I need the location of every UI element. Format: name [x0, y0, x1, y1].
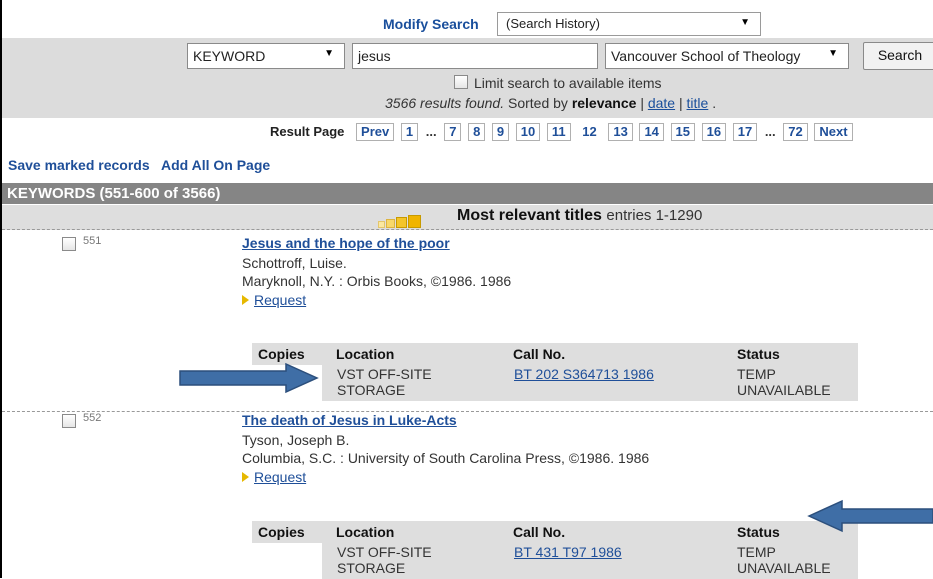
status-header: Status	[737, 524, 780, 540]
record-title-link[interactable]: The death of Jesus in Luke-Acts	[242, 412, 457, 428]
request-row: Request	[242, 469, 306, 485]
library-select[interactable]: Vancouver School of Theology ▼	[605, 43, 849, 69]
save-marked-records-link[interactable]: Save marked records	[8, 157, 150, 173]
status-header: Status	[737, 346, 780, 362]
sort-end: .	[712, 95, 717, 111]
call-number-link[interactable]: BT 202 S364713 1986	[514, 366, 654, 382]
pager-next[interactable]: Next	[814, 123, 853, 141]
chevron-down-icon: ▼	[828, 48, 838, 59]
status-value: TEMP UNAVAILABLE	[737, 544, 831, 576]
keywords-range: KEYWORDS (551-600 of 3566)	[7, 185, 221, 202]
keywords-header-bar: KEYWORDS (551-600 of 3566)	[2, 183, 933, 204]
pager-page-14[interactable]: 14	[639, 123, 664, 141]
limit-available-label: Limit search to available items	[474, 75, 662, 91]
sort-date-link[interactable]: date	[648, 95, 675, 111]
result-page-label: Result Page	[270, 124, 345, 139]
annotation-arrow-right-icon	[179, 362, 319, 394]
add-all-on-page-link[interactable]: Add All On Page	[161, 157, 270, 173]
modify-search-link[interactable]: Modify Search	[383, 16, 479, 32]
arrow-right-icon	[242, 472, 249, 482]
pager-page-11[interactable]: 11	[546, 123, 571, 141]
search-panel: KEYWORD ▼ jesus Vancouver School of Theo…	[2, 38, 933, 118]
modify-search-row: Modify Search (Search History) ▼	[0, 10, 933, 38]
call-number-link[interactable]: BT 431 T97 1986	[514, 544, 622, 560]
call-no-header: Call No.	[513, 524, 566, 540]
pager-page-9[interactable]: 9	[491, 123, 510, 141]
results-summary: 3566 results found. Sorted by relevance …	[385, 95, 716, 111]
location-header: Location	[336, 524, 395, 540]
relevance-bar: Most relevant titles entries 1-1290	[2, 205, 933, 230]
pager-current-page: 12	[577, 124, 602, 140]
request-link[interactable]: Request	[254, 292, 306, 308]
holdings-table: Copies Location Call No. Status VST OFF-…	[252, 521, 858, 579]
chevron-down-icon: ▼	[324, 48, 334, 59]
search-type-select[interactable]: KEYWORD ▼	[187, 43, 345, 69]
search-button[interactable]: Search	[863, 42, 933, 70]
sort-separator: |	[640, 95, 644, 111]
record-publication: Columbia, S.C. : University of South Car…	[242, 450, 650, 466]
search-input[interactable]: jesus	[352, 43, 598, 69]
record-552: 552 The death of Jesus in Luke-Acts Tyso…	[2, 408, 933, 579]
pager-ellipsis: ...	[763, 124, 777, 140]
record-actions: Save marked records Add All On Page	[8, 157, 278, 173]
copies-header: Copies	[258, 346, 305, 362]
chevron-down-icon: ▼	[740, 17, 750, 28]
relevance-title-text: Most relevant titles	[457, 207, 602, 224]
record-number: 551	[83, 235, 102, 247]
pager-page-7[interactable]: 7	[444, 123, 462, 141]
record-author: Schottroff, Luise.	[242, 255, 347, 271]
location-value: VST OFF-SITE STORAGE	[337, 544, 432, 576]
pager-page-72[interactable]: 72	[783, 123, 808, 141]
annotation-arrow-left-icon	[807, 499, 933, 533]
holdings-header: Copies Location Call No. Status	[252, 521, 858, 543]
request-link[interactable]: Request	[254, 469, 306, 485]
record-551: 551 Jesus and the hope of the poor Schot…	[2, 231, 933, 411]
limit-available-row: Limit search to available items	[454, 75, 662, 91]
relevance-entries: entries 1-1290	[606, 207, 703, 224]
sorted-by-label: Sorted by	[507, 95, 568, 111]
copies-header: Copies	[258, 524, 305, 540]
holdings-row: VST OFF-SITE STORAGE BT 431 T97 1986 TEM…	[322, 543, 858, 579]
pager-ellipsis: ...	[424, 124, 438, 140]
results-count: 3566 results found.	[385, 95, 505, 111]
record-checkbox[interactable]	[62, 414, 76, 428]
pager-page-13[interactable]: 13	[608, 123, 633, 141]
record-title-link[interactable]: Jesus and the hope of the poor	[242, 235, 450, 251]
location-header: Location	[336, 346, 395, 362]
record-number: 552	[83, 412, 102, 424]
pager-page-1[interactable]: 1	[400, 123, 419, 141]
holdings-row: VST OFF-SITE STORAGE BT 202 S364713 1986…	[322, 365, 858, 401]
record-author: Tyson, Joseph B.	[242, 432, 350, 448]
pager-prev[interactable]: Prev	[356, 123, 395, 141]
record-publication: Maryknoll, N.Y. : Orbis Books, ©1986. 19…	[242, 273, 512, 289]
arrow-right-icon	[242, 295, 249, 305]
holdings-table: Copies Location Call No. Status VST OFF-…	[252, 343, 858, 401]
pager-page-8[interactable]: 8	[468, 123, 486, 141]
pager-page-17[interactable]: 17	[732, 123, 758, 141]
status-value: TEMP UNAVAILABLE	[737, 366, 831, 398]
record-checkbox[interactable]	[62, 237, 76, 251]
search-input-value: jesus	[358, 48, 391, 64]
sort-relevance: relevance	[571, 95, 637, 111]
holdings-header: Copies Location Call No. Status	[252, 343, 858, 365]
relevance-title: Most relevant titles entries 1-1290	[457, 207, 702, 225]
search-history-value: (Search History)	[506, 16, 600, 31]
library-value: Vancouver School of Theology	[611, 48, 801, 64]
limit-available-checkbox[interactable]	[454, 75, 468, 89]
relevance-indicator-icon	[378, 212, 422, 228]
search-history-select[interactable]: (Search History) ▼	[497, 12, 761, 36]
result-pager: Result Page Prev 1 ... 7 8 9 10 11 12 13…	[270, 123, 856, 141]
request-row: Request	[242, 292, 306, 308]
pager-page-16[interactable]: 16	[701, 123, 727, 141]
search-type-value: KEYWORD	[193, 48, 266, 64]
sort-separator: |	[678, 95, 683, 111]
location-value: VST OFF-SITE STORAGE	[337, 366, 432, 398]
sort-title-link[interactable]: title	[687, 95, 709, 111]
call-no-header: Call No.	[513, 346, 566, 362]
pager-page-15[interactable]: 15	[670, 123, 695, 141]
pager-page-10[interactable]: 10	[515, 123, 541, 141]
